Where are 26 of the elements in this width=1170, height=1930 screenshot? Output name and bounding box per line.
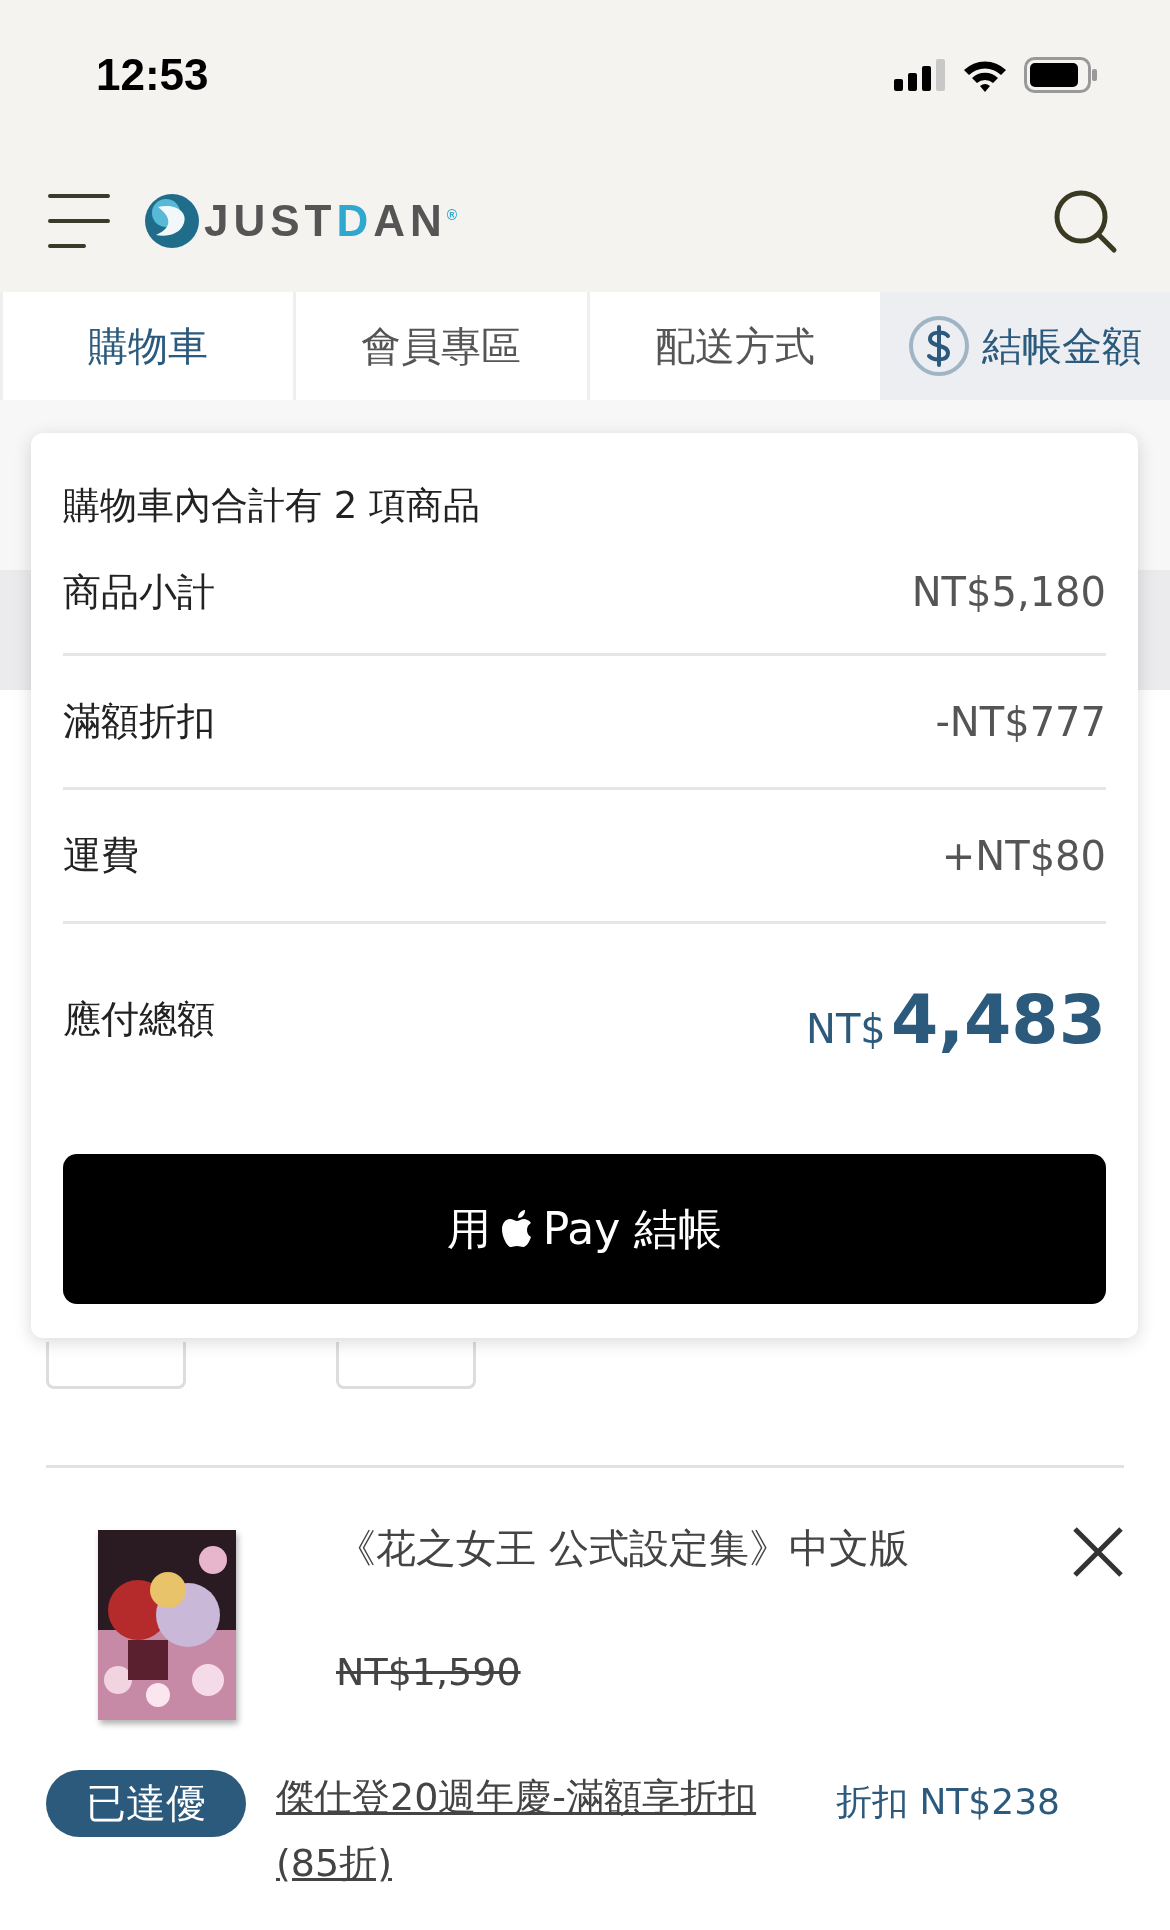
close-icon[interactable] [1072,1526,1124,1578]
discount-amount: 折扣 NT$238 [836,1780,1060,1824]
signal-icon [894,59,946,91]
product-title[interactable]: 《花之女王 公式設定集》中文版 [336,1522,1072,1574]
wifi-icon [962,58,1008,92]
battery-icon [1024,57,1098,93]
total-label: 應付總額 [63,995,215,1043]
summary-value: -NT$777 [935,698,1106,745]
summary-title: 購物車內合計有 2 項商品 [63,483,482,529]
logo[interactable]: JUSTDAN$^{®}$ [144,193,458,249]
status-time: 12:53 [96,50,209,100]
summary-label: 商品小計 [63,568,215,616]
apple-pay-button[interactable]: 用 Pay 結帳 [63,1154,1106,1304]
summary-label: 滿額折扣 [63,698,215,745]
summary-value: NT$5,180 [911,569,1106,615]
tab[interactable]: 結帳金額 [879,292,1170,400]
summary-label: 運費 [63,832,139,879]
total-amount: NT$4,483 [806,979,1106,1059]
original-price: NT$1,590 [336,1650,522,1694]
search-icon[interactable] [1052,188,1118,254]
menu-icon[interactable] [48,193,110,249]
apple-icon [500,1210,533,1248]
promo-badge: 已達優 [46,1770,246,1837]
promo-link[interactable]: 傑仕登20週年慶-滿額享折扣(85折) [276,1764,796,1896]
summary-value: +NT$80 [941,832,1106,879]
dollar-icon [907,315,970,377]
